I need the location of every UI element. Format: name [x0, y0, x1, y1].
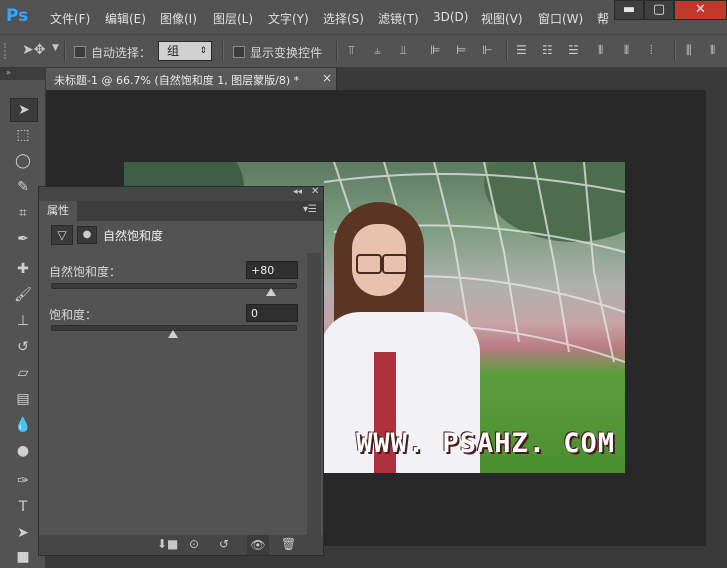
saturation-label: 饱和度：: [49, 308, 98, 322]
distribute-top-icon[interactable]: ☰: [516, 43, 527, 57]
menu-type[interactable]: 文字(Y): [268, 10, 309, 27]
panel-title-bar[interactable]: ◂◂ ✕: [39, 186, 323, 201]
layer-mask-icon[interactable]: ●: [77, 226, 97, 244]
view-previous-state-icon[interactable]: ⊙: [189, 537, 199, 551]
panel-close-icon[interactable]: ✕: [311, 186, 319, 197]
properties-panel: ◂◂ ✕ 属性 ▾☰ ▽ ● 自然饱和度 自然饱和度： +80 饱和度： 0 ⬇…: [38, 186, 324, 556]
glasses-left-lens: [356, 254, 382, 274]
auto-select-label: 自动选择：: [91, 46, 152, 60]
toggle-visibility-icon[interactable]: 👁: [247, 535, 269, 555]
separator: [674, 41, 676, 61]
document-tab-title: 未标题-1 @ 66.7% (自然饱和度 1, 图层蒙版/8) *: [54, 74, 300, 87]
eyedropper-tool-icon[interactable]: ✒: [10, 228, 36, 250]
menu-file[interactable]: 文件(F): [50, 10, 90, 27]
menu-image[interactable]: 图像(I): [160, 10, 197, 27]
menu-edit[interactable]: 编辑(E): [105, 10, 146, 27]
auto-align-icon[interactable]: ⫼: [686, 43, 692, 58]
saturation-slider-thumb[interactable]: [168, 330, 178, 338]
reset-icon[interactable]: ↺: [219, 537, 229, 551]
menu-view[interactable]: 视图(V): [481, 10, 523, 27]
align-hcenter-icon[interactable]: ⊨: [456, 43, 466, 57]
marquee-tool-icon[interactable]: ⬚: [10, 124, 36, 146]
path-selection-tool-icon[interactable]: ➤: [10, 522, 36, 544]
separator: [64, 41, 66, 61]
auto-select-checkbox[interactable]: [74, 46, 86, 58]
distribute-hcenter-icon[interactable]: ⫴: [624, 43, 629, 58]
eraser-tool-icon[interactable]: ▱: [10, 362, 36, 384]
vertical-scrollbar[interactable]: [706, 90, 727, 546]
saturation-input[interactable]: 0: [246, 304, 298, 322]
menu-filter[interactable]: 滤镜(T): [378, 10, 419, 27]
quick-select-tool-icon[interactable]: ✎: [10, 176, 36, 198]
distribute-vcenter-icon[interactable]: ☷: [542, 43, 553, 57]
show-transform-label: 显示变换控件: [250, 46, 323, 60]
separator: [222, 41, 224, 61]
panel-collapse-icon[interactable]: ◂◂: [293, 187, 302, 197]
document-tab-close-icon[interactable]: ×: [322, 71, 332, 85]
rectangle-tool-icon[interactable]: ■: [10, 546, 36, 568]
menu-bar: Ps 文件(F) 编辑(E) 图像(I) 图层(L) 文字(Y) 选择(S) 滤…: [0, 0, 727, 34]
menu-help[interactable]: 帮: [597, 10, 609, 27]
clone-stamp-tool-icon[interactable]: ⊥: [10, 310, 36, 332]
distribute-right-icon[interactable]: ⦙: [650, 43, 653, 58]
panel-footer: ⬇■ ⊙ ↺ 👁 🗑: [39, 535, 323, 555]
menu-select[interactable]: 选择(S): [323, 10, 364, 27]
gradient-tool-icon[interactable]: ▤: [10, 388, 36, 410]
show-transform-checkbox[interactable]: [233, 46, 245, 58]
tab-properties[interactable]: 属性: [39, 201, 77, 221]
distribute-bottom-icon[interactable]: ☱: [568, 43, 579, 57]
healing-brush-tool-icon[interactable]: ✚: [10, 258, 36, 280]
distribute-left-icon[interactable]: ⦀: [598, 43, 603, 58]
blur-tool-icon[interactable]: 💧: [10, 414, 36, 436]
type-tool-icon[interactable]: T: [10, 496, 36, 518]
more-options-icon[interactable]: ⦀: [710, 43, 715, 58]
adjustment-vibrance-icon: ▽: [51, 225, 73, 245]
pen-tool-icon[interactable]: ✑: [10, 470, 36, 492]
panel-scrollbar[interactable]: [307, 253, 321, 535]
options-grip[interactable]: [4, 43, 9, 59]
watermark-text: WWW. PSAHZ. COM: [356, 428, 615, 459]
document-tab[interactable]: 未标题-1 @ 66.7% (自然饱和度 1, 图层蒙版/8) * ×: [46, 68, 337, 90]
dropdown-arrow-icon: ⇕: [199, 46, 207, 56]
move-tool-icon[interactable]: ➤: [10, 98, 38, 122]
lasso-tool-icon[interactable]: ◯: [10, 150, 36, 172]
maximize-button[interactable]: ▢: [644, 0, 674, 20]
menu-window[interactable]: 窗口(W): [538, 10, 583, 27]
tools-collapse-icon[interactable]: »: [0, 68, 45, 80]
adjustment-title: 自然饱和度: [103, 229, 164, 243]
close-window-button[interactable]: ✕: [674, 0, 727, 20]
separator: [336, 41, 338, 61]
menu-layer[interactable]: 图层(L): [213, 10, 253, 27]
align-right-icon[interactable]: ⊩: [482, 43, 492, 57]
align-top-icon[interactable]: ⫪: [348, 43, 355, 58]
brush-tool-icon[interactable]: 🖌: [10, 284, 36, 306]
options-bar: ➤✥ ▼ 自动选择： 组 ⇕ 显示变换控件 ⫪ ⫨ ⫫ ⊫ ⊨ ⊩ ☰ ☷ ☱ …: [0, 34, 727, 68]
delete-icon[interactable]: 🗑: [281, 537, 296, 551]
glasses-right-lens: [382, 254, 408, 274]
vibrance-label: 自然饱和度：: [49, 265, 122, 279]
vibrance-slider-thumb[interactable]: [265, 288, 276, 296]
panel-menu-icon[interactable]: ▾☰: [303, 204, 317, 215]
auto-select-target-dropdown[interactable]: 组 ⇕: [158, 41, 212, 61]
vibrance-input[interactable]: +80: [246, 261, 298, 279]
minimize-button[interactable]: ▬: [614, 0, 644, 20]
clip-to-layer-icon[interactable]: ⬇■: [157, 537, 178, 551]
align-vcenter-icon[interactable]: ⫨: [374, 43, 381, 58]
dodge-tool-icon[interactable]: ●: [10, 440, 36, 462]
move-tool-icon[interactable]: ➤✥: [22, 42, 45, 58]
auto-select-target-value: 组: [167, 44, 180, 58]
separator: [506, 41, 508, 61]
photoshop-logo: Ps: [6, 6, 29, 26]
menu-3d[interactable]: 3D(D): [433, 10, 468, 24]
vibrance-slider-track[interactable]: [51, 283, 297, 289]
align-bottom-icon[interactable]: ⫫: [400, 43, 407, 58]
crop-tool-icon[interactable]: ⌗: [10, 202, 36, 224]
align-left-icon[interactable]: ⊫: [430, 43, 440, 57]
panel-tab-bar: 属性 ▾☰: [39, 201, 323, 221]
tool-preset-chevron-icon[interactable]: ▼: [52, 43, 59, 53]
history-brush-tool-icon[interactable]: ↺: [10, 336, 36, 358]
